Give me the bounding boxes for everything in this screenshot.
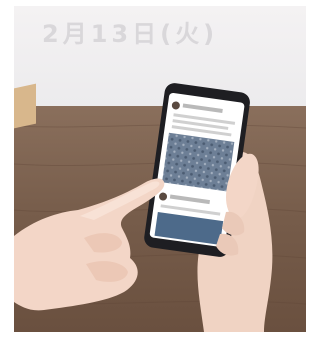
phone-scene (14, 83, 273, 332)
photo: 2月13日(火) (14, 6, 306, 332)
